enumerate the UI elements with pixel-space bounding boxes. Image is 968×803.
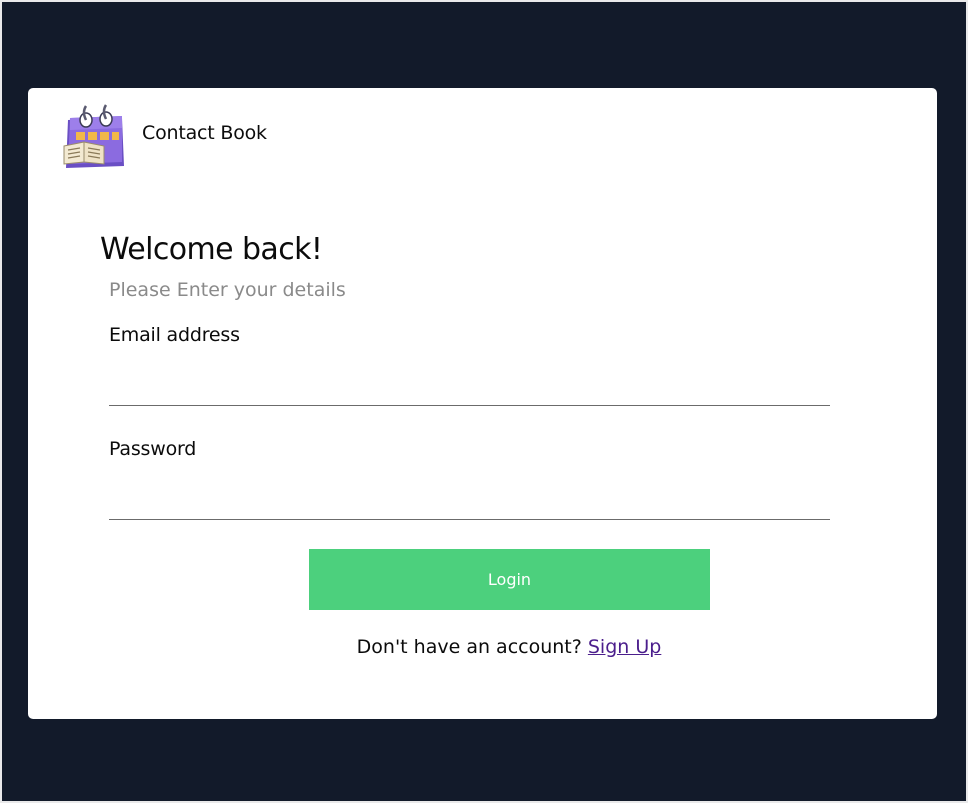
calendar-book-icon xyxy=(63,104,124,168)
app-window: Contact Book Welcome back! Please Enter … xyxy=(0,0,968,803)
email-input[interactable] xyxy=(109,366,830,406)
password-field-group: Password xyxy=(109,438,830,520)
signup-link[interactable]: Sign Up xyxy=(588,636,661,658)
page-title: Welcome back! xyxy=(100,232,323,267)
login-card: Contact Book Welcome back! Please Enter … xyxy=(28,88,937,719)
brand-header: Contact Book xyxy=(60,100,267,170)
password-input[interactable] xyxy=(109,480,830,520)
signup-prompt: Don't have an account? xyxy=(356,636,582,658)
email-field-group: Email address xyxy=(109,324,830,406)
page-subtitle: Please Enter your details xyxy=(109,279,346,301)
signup-prompt-line: Don't have an account? Sign Up xyxy=(28,636,968,658)
app-name: Contact Book xyxy=(142,122,267,144)
email-label: Email address xyxy=(109,324,240,346)
login-button[interactable]: Login xyxy=(309,549,710,610)
password-label: Password xyxy=(109,438,197,460)
